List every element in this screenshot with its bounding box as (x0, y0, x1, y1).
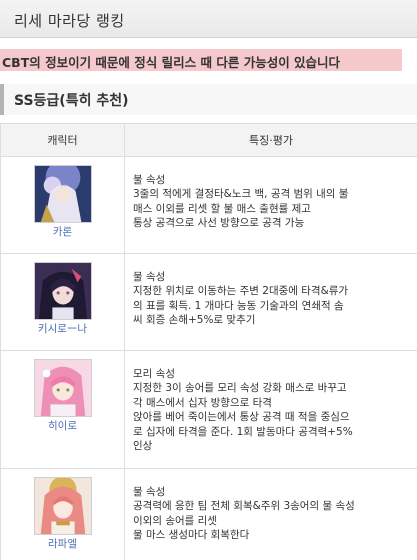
feature-line: 물 속성 (133, 271, 166, 283)
feature-line: 지정한 3이 송어를 모리 속성 강화 매스로 바꾸고 (133, 382, 347, 395)
feature-line: 의 표를 획득. 1 개마다 능동 기술과의 연쇄적 솜 (133, 299, 344, 312)
cbt-notice-banner: CBT의 정보이기 때문에 정식 릴리스 때 다른 가능성이 있습니다 (0, 49, 402, 71)
feature-line: 3줄의 적에게 결정타&노크 백, 공격 범위 내의 불 (133, 188, 349, 201)
character-name[interactable]: 라파엘 (1, 536, 124, 551)
character-cell: 키시로ー나 (0, 253, 125, 351)
feature-line: 씨 회증 손해+5%로 맞추기 (133, 314, 256, 327)
feature-line: 통상 공격으로 사선 방향으로 공격 가능 (133, 217, 305, 230)
character-portrait-hiiro[interactable] (33, 359, 92, 417)
feature-line: 물 마스 생성마다 회복한다 (133, 529, 250, 542)
column-header-features: 특징·평가 (124, 123, 417, 157)
character-portrait-raphael[interactable] (33, 477, 92, 535)
feature-line: 이외의 송어를 리셋 (133, 514, 217, 527)
feature-line: 불 속성 (133, 174, 166, 186)
feature-cell: 물 속성 공격력에 응한 팀 전체 회복&주위 3송어의 물 속성 이외의 송어… (124, 468, 417, 560)
ranking-table: 캐릭터 특징·평가 카론 불 속성 3줄의 적에게 결정타&노크 백, 공격 범… (0, 123, 417, 560)
column-header-character: 캐릭터 (0, 123, 125, 157)
character-cell: 카론 (0, 156, 125, 254)
character-name[interactable]: 카론 (1, 224, 124, 239)
character-cell: 라파엘 (0, 468, 125, 560)
table-row: 라파엘 물 속성 공격력에 응한 팀 전체 회복&주위 3송어의 물 속성 이외… (0, 468, 417, 560)
feature-cell: 불 속성 3줄의 적에게 결정타&노크 백, 공격 범위 내의 불 매스 이외를… (124, 156, 417, 254)
table-row: 카론 불 속성 3줄의 적에게 결정타&노크 백, 공격 범위 내의 불 매스 … (0, 156, 417, 254)
feature-line: 물 속성 (133, 486, 166, 498)
character-name[interactable]: 히이로 (1, 418, 124, 433)
feature-line: 각 매스에서 십자 방향으로 타격 (133, 396, 272, 409)
feature-line: 앉아를 베어 죽이는에서 통상 공격 때 적을 중심으 (133, 411, 350, 424)
feature-line: 매스 이외를 리셋 할 불 매스 출현률 제고 (133, 202, 311, 215)
feature-cell: 물 속성 지정한 위치로 이동하는 주변 2대중에 타격&류가 의 표를 획득.… (124, 253, 417, 351)
feature-line: 지정한 위치로 이동하는 주변 2대중에 타격&류가 (133, 285, 349, 298)
feature-line: 모리 속성 (133, 368, 175, 380)
table-header-row: 캐릭터 특징·평가 (0, 123, 417, 157)
table-row: 히이로 모리 속성 지정한 3이 송어를 모리 속성 강화 매스로 바꾸고 각 … (0, 350, 417, 469)
character-portrait-kishirona[interactable] (33, 262, 92, 320)
section-heading-ss-rank: SS등급(특히 추천) (0, 84, 417, 115)
character-cell: 히이로 (0, 350, 125, 469)
feature-line: 인상 (133, 440, 153, 453)
character-portrait-caron[interactable] (33, 165, 92, 223)
page-title: 리세 마라당 랭킹 (0, 0, 417, 38)
feature-cell: 모리 속성 지정한 3이 송어를 모리 속성 강화 매스로 바꾸고 각 매스에서… (124, 350, 417, 469)
character-name[interactable]: 키시로ー나 (1, 321, 124, 336)
table-row: 키시로ー나 물 속성 지정한 위치로 이동하는 주변 2대중에 타격&류가 의 … (0, 253, 417, 351)
feature-line: 공격력에 응한 팀 전체 회복&주위 3송어의 물 속성 (133, 500, 355, 513)
feature-line: 로 십자에 타격을 준다. 1회 발동마다 공격력+5% (133, 425, 353, 438)
